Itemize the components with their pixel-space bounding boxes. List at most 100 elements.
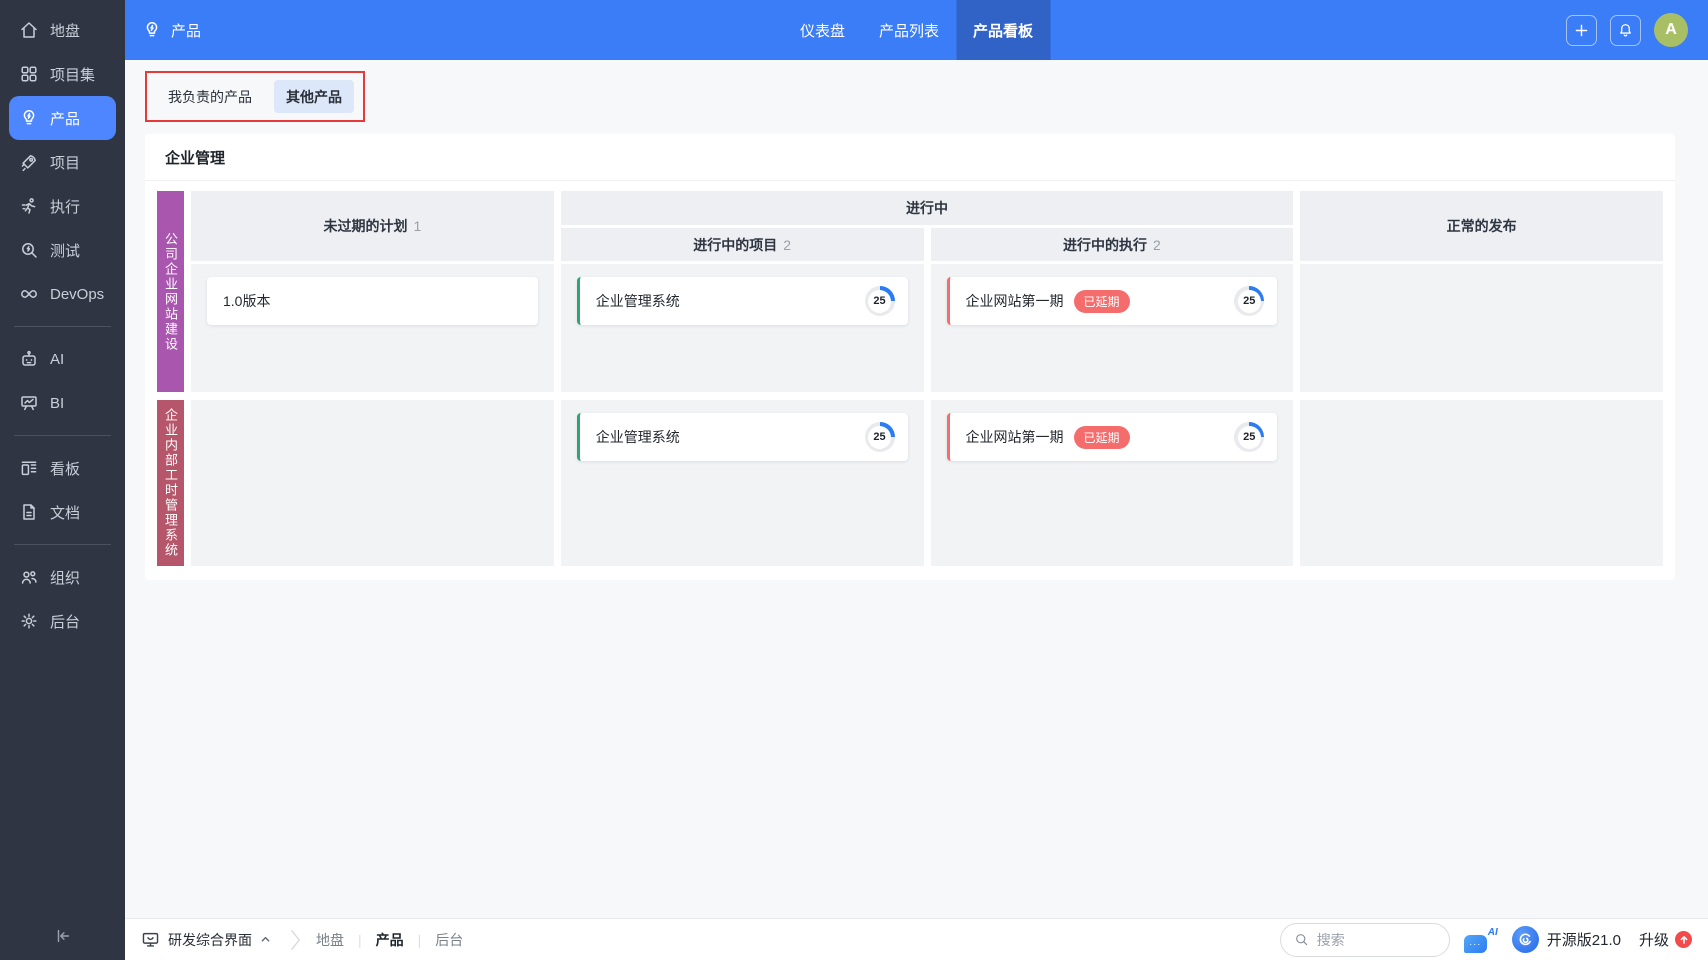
top-header: 产品 仪表盘 产品列表 产品看板 A [125,0,1708,60]
sidebar-collapse-button[interactable] [0,912,125,960]
sidebar-item-program[interactable]: 项目集 [0,52,125,96]
lightbulb-icon [146,22,158,37]
column-header-doing-project: 进行中的项目 2 [560,228,924,261]
sidebar-item-product[interactable]: 产品 [9,96,116,140]
cell-lane2-project: 企业管理系统 25 [560,400,924,566]
lane-label-internal-timesheet: 企业内部工时管理系统 [157,400,184,566]
sidebar-item-label: AI [50,350,65,368]
top-tabs: 仪表盘 产品列表 产品看板 [783,0,1051,60]
execution-card[interactable]: 企业网站第一期 已延期 25 [946,277,1278,325]
page-title: 产品 [171,22,202,40]
sidebar-item-label: BI [50,394,65,412]
tab-product-list[interactable]: 产品列表 [862,0,956,60]
sidebar-item-execution[interactable]: 执行 [0,184,125,228]
document-icon [23,504,35,520]
sidebar-item-project[interactable]: 项目 [0,140,125,184]
zentao-logo-icon [1511,926,1539,953]
sidebar-item-label: 测试 [50,242,81,260]
monitor-icon [142,932,159,947]
breadcrumb: 地盘 | 产品 | 后台 [316,930,464,950]
sidebar-item-label: 项目 [50,154,81,172]
progress-ring: 25 [864,286,895,316]
delayed-badge: 已延期 [1073,425,1130,449]
column-header-plan: 未过期的计划 1 [191,191,554,261]
annotation-red-box: 我负责的产品 其他产品 [145,71,365,122]
sidebar-item-kanban[interactable]: 看板 [0,446,125,490]
robot-icon [22,350,36,366]
cell-lane2-execution: 企业网站第一期 已延期 25 [930,400,1294,566]
create-button[interactable] [1566,14,1597,46]
sidebar-item-test[interactable]: 测试 [0,228,125,272]
sidebar-item-label: 执行 [50,198,81,216]
runner-icon [21,198,36,214]
lightbulb-icon [23,110,35,125]
avatar[interactable]: A [1654,13,1688,47]
upgrade-arrow-icon [1675,931,1692,948]
sidebar-divider [14,435,111,436]
kanban-board: 公司企业网站建设 未过期的计划 1 进行中 进行中的项目 2 进行中的执行 2 … [145,181,1675,580]
section-title: 企业管理 [145,134,1675,181]
progress-ring: 25 [1234,286,1265,316]
sidebar-item-label: 后台 [50,613,81,631]
footer-right: ··· AI 开源版21.0 升级 [1279,922,1692,957]
tab-dashboard[interactable]: 仪表盘 [783,0,862,60]
breadcrumb-admin[interactable]: 后台 [435,930,463,950]
cell-lane1-project: 企业管理系统 25 [560,264,924,392]
top-actions: A [1566,13,1708,47]
footer-bar: 研发综合界面 地盘 | 产品 | 后台 ··· AI 开源版2 [125,918,1708,960]
sidebar-item-label: 产品 [50,110,81,128]
sidebar-divider [14,544,111,545]
search-box[interactable] [1279,922,1450,957]
search-icon [1295,934,1307,946]
search-input[interactable] [1316,931,1436,948]
execution-card[interactable]: 企业网站第一期 已延期 25 [946,413,1278,461]
cell-lane2-release [1300,400,1663,566]
infinity-icon [21,290,37,298]
ai-label: AI [1487,926,1498,938]
grid-icon [21,66,37,82]
sidebar: 地盘 项目集 产品 项目 执行 测试 DevOps AI BI 看板 文档 组织… [0,0,125,960]
sidebar-item-doc[interactable]: 文档 [0,490,125,534]
project-card[interactable]: 企业管理系统 25 [576,277,908,325]
home-icon [21,22,37,38]
plan-card[interactable]: 1.0版本 [207,277,538,325]
tab-other-products[interactable]: 其他产品 [274,80,354,113]
sidebar-item-bi[interactable]: BI [0,381,125,425]
tab-my-products[interactable]: 我负责的产品 [156,80,264,113]
breadcrumb-product[interactable]: 产品 [376,930,404,950]
app-switcher[interactable]: 研发综合界面 [141,930,271,950]
sidebar-divider [14,326,111,327]
project-card[interactable]: 企业管理系统 25 [576,413,908,461]
sidebar-item-label: 组织 [50,569,81,587]
progress-ring: 25 [1234,422,1265,452]
plus-icon [1575,24,1588,36]
column-header-doing-execution: 进行中的执行 2 [930,228,1294,261]
tab-product-kanban[interactable]: 产品看板 [956,0,1051,60]
delayed-badge: 已延期 [1073,289,1130,313]
sidebar-item-label: 项目集 [50,66,96,84]
brand[interactable]: 开源版21.0 [1511,926,1621,953]
lane-label-company-website: 公司企业网站建设 [157,191,184,392]
kanban-panel: 企业管理 公司企业网站建设 未过期的计划 1 进行中 进行中的项目 2 进行中的… [145,134,1675,580]
upgrade-button[interactable]: 升级 [1639,929,1692,950]
sidebar-item-admin[interactable]: 后台 [0,599,125,643]
main-area: 产品 仪表盘 产品列表 产品看板 A 我负责的产品 其他产品 企业管理 公司企业 [125,0,1708,960]
cell-lane1-release [1300,264,1663,392]
notification-button[interactable] [1610,14,1641,46]
sidebar-item-ai[interactable]: AI [0,337,125,381]
ai-assistant-button[interactable]: ··· AI [1463,926,1498,953]
sidebar-item-label: 地盘 [50,22,81,40]
sidebar-item-label: DevOps [50,285,105,303]
sidebar-item-home[interactable]: 地盘 [0,8,125,52]
app-title: 产品 [125,20,201,41]
filter-row: 我负责的产品 其他产品 [125,60,1708,134]
sidebar-item-label: 文档 [50,504,81,522]
breadcrumb-home[interactable]: 地盘 [316,930,344,950]
breadcrumb-chevron-icon [291,929,300,950]
column-header-release: 正常的发布 [1300,191,1663,261]
magnifier-icon [22,243,37,258]
sidebar-item-devops[interactable]: DevOps [0,272,125,316]
cell-lane1-execution: 企业网站第一期 已延期 25 [930,264,1294,392]
progress-ring: 25 [864,422,895,452]
sidebar-item-org[interactable]: 组织 [0,555,125,599]
